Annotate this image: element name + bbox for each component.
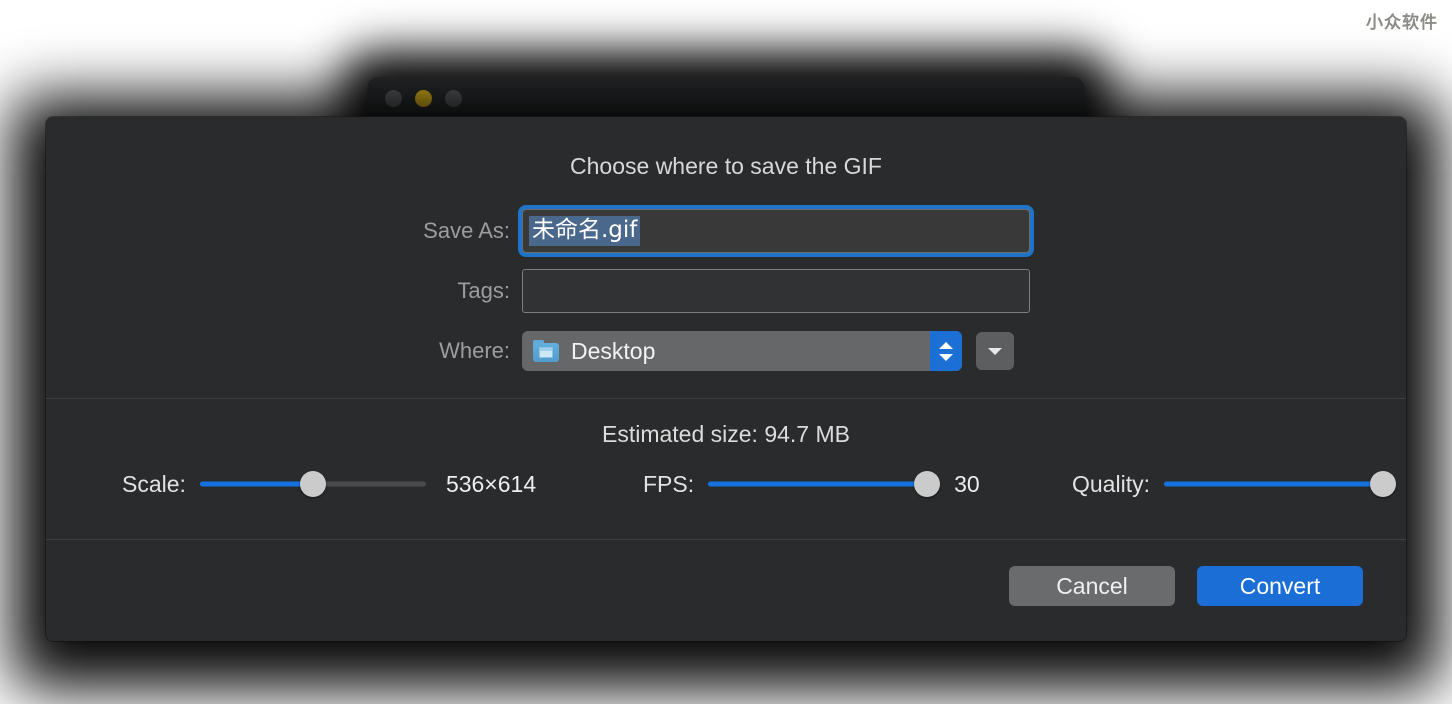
where-label: Where: [439,338,510,363]
tags-row: Tags: [46,269,1030,313]
quality-slider-knob[interactable] [1370,471,1397,497]
estimated-size-text: Estimated size: 94.7 MB [602,421,850,447]
where-popup-button[interactable]: Desktop [522,331,962,371]
cancel-button[interactable]: Cancel [1009,566,1175,606]
up-down-chevron-icon[interactable] [930,331,962,371]
minimize-button-icon[interactable] [415,89,432,107]
scale-slider-fill [199,481,313,487]
dialog-title: Choose where to save the GIF [570,153,882,179]
close-button-icon[interactable] [385,89,402,107]
save-as-row: Save As: 未命名.gif [46,209,1030,253]
dialog-file-section: Choose where to save the GIF Save As: 未命… [46,117,1406,398]
quality-slider[interactable] [1163,469,1397,499]
zoom-button-icon[interactable] [445,89,462,107]
quality-label: Quality: [1072,470,1150,497]
scale-slider[interactable] [199,469,426,499]
sliders-row: Scale: 536×614 FPS: 30 Quality: [46,459,1406,509]
scale-slider-knob[interactable] [299,471,326,497]
dialog-button-bar: Cancel Convert [46,540,1406,641]
where-value: Desktop [571,337,656,364]
watermark-logo: 小众软件 [1366,13,1438,33]
convert-button[interactable]: Convert [1197,566,1363,606]
where-row: Where: Desktop [46,331,1014,371]
scale-value: 536×614 [445,470,537,497]
quality-slider-fill [1163,481,1384,487]
save-gif-dialog: Choose where to save the GIF Save As: 未命… [46,117,1406,641]
tags-label: Tags: [457,278,510,303]
quality-slider-group: Quality: [1072,459,1397,509]
dialog-options-section: Estimated size: 94.7 MB Scale: 536×614 F… [46,399,1406,539]
fps-slider[interactable] [708,469,941,499]
expand-browser-button[interactable] [976,332,1014,370]
save-as-label: Save As: [423,218,510,243]
chevron-down-icon [988,347,1002,355]
fps-slider-fill [708,481,928,487]
save-as-input[interactable]: 未命名.gif [522,209,1030,253]
fps-value: 30 [954,470,980,497]
fps-label: FPS: [643,470,695,497]
scale-label: Scale: [122,470,186,497]
tags-input[interactable] [522,269,1030,313]
save-as-value: 未命名.gif [529,215,641,247]
screenshot-stage: 小众软件 Choose where to save the GIF Save A… [0,0,1452,704]
fps-slider-knob[interactable] [914,471,941,497]
desktop-folder-icon [533,340,559,362]
scale-slider-group: Scale: 536×614 [122,459,536,509]
fps-slider-group: FPS: 30 [643,459,980,509]
window-titlebar [367,77,1085,119]
